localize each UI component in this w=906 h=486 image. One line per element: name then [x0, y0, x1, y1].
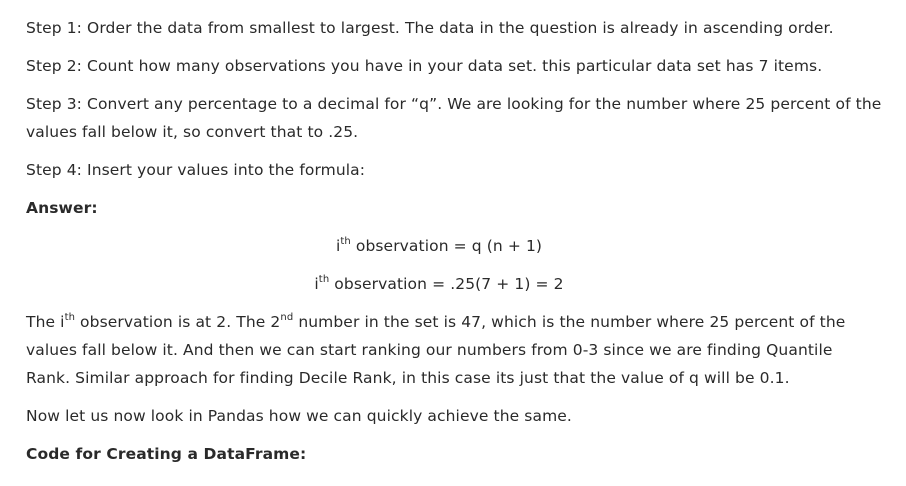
explanation-part-3: number in the set is 47, which is the nu… [293, 313, 846, 331]
step-3-text: Step 3: Convert any percentage to a deci… [26, 90, 882, 146]
explanation-line-2: values fall below it. And then we can st… [26, 341, 833, 359]
explanation-part-1: The i [26, 313, 65, 331]
formula-general-rest: observation = q (n + 1) [350, 237, 543, 255]
formula-substituted-rest: observation = .25(7 + 1) = 2 [329, 275, 564, 293]
formula-general: ith observation = q (n + 1) [0, 232, 878, 260]
explanation-part-2: observation is at 2. The 2 [75, 313, 281, 331]
explanation-sup-1: th [64, 311, 76, 323]
explanation-sup-2: nd [280, 311, 294, 323]
explanation-line-3: Rank. Similar approach for finding Decil… [26, 369, 790, 387]
step-3-line-1: Step 3: Convert any percentage to a deci… [26, 95, 882, 113]
step-4-text: Step 4: Insert your values into the form… [26, 161, 366, 179]
step-2-text: Step 2: Count how many observations you … [26, 57, 823, 75]
answer-heading: Answer: [26, 199, 98, 217]
formula-substituted-sup: th [318, 273, 330, 285]
code-heading: Code for Creating a DataFrame: [26, 445, 307, 463]
explanation-paragraph: The ith observation is at 2. The 2nd num… [26, 308, 866, 392]
formula-general-sup: th [340, 235, 351, 247]
step-3-line-2: values fall below it, so convert that to… [26, 123, 359, 141]
formula-substituted: ith observation = .25(7 + 1) = 2 [0, 270, 878, 298]
article-body: Step 1: Order the data from smallest to … [0, 0, 906, 486]
step-1-text: Step 1: Order the data from smallest to … [26, 19, 834, 37]
pandas-intro-text: Now let us now look in Pandas how we can… [26, 407, 572, 425]
explanation-line-1: The ith observation is at 2. The 2nd num… [26, 308, 866, 336]
